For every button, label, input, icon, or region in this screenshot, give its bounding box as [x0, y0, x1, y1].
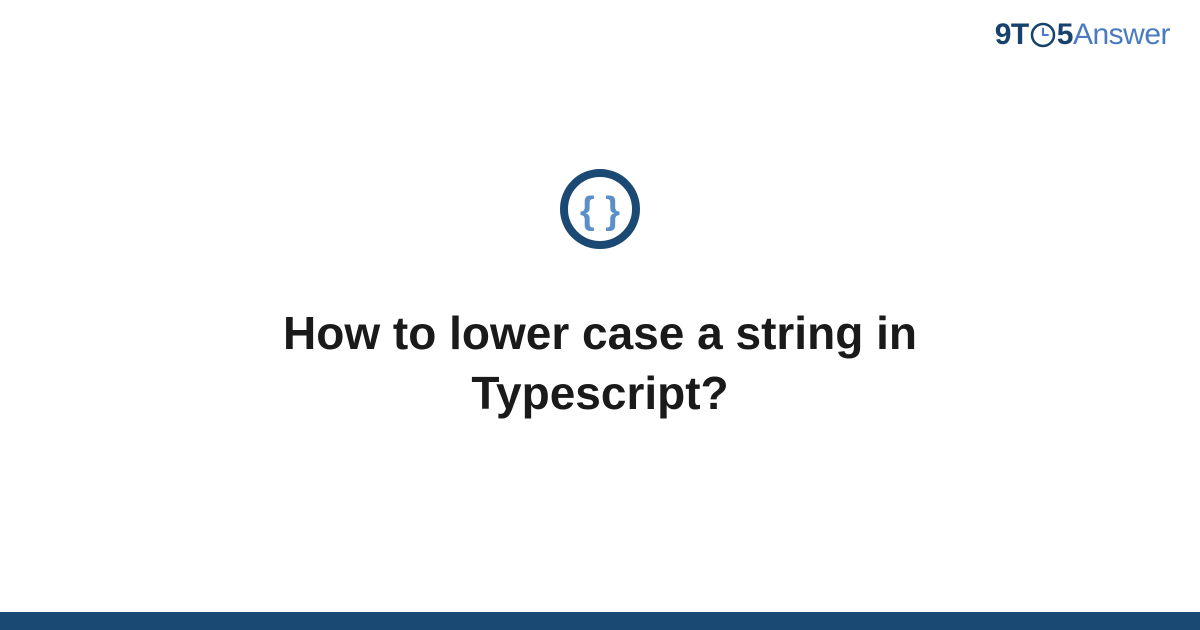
- page-title: How to lower case a string in Typescript…: [150, 304, 1050, 424]
- svg-text:{ }: { }: [580, 190, 620, 232]
- footer-accent-bar: [0, 612, 1200, 630]
- code-braces-icon: { }: [558, 167, 642, 256]
- main-content: { } How to lower case a string in Typesc…: [0, 0, 1200, 630]
